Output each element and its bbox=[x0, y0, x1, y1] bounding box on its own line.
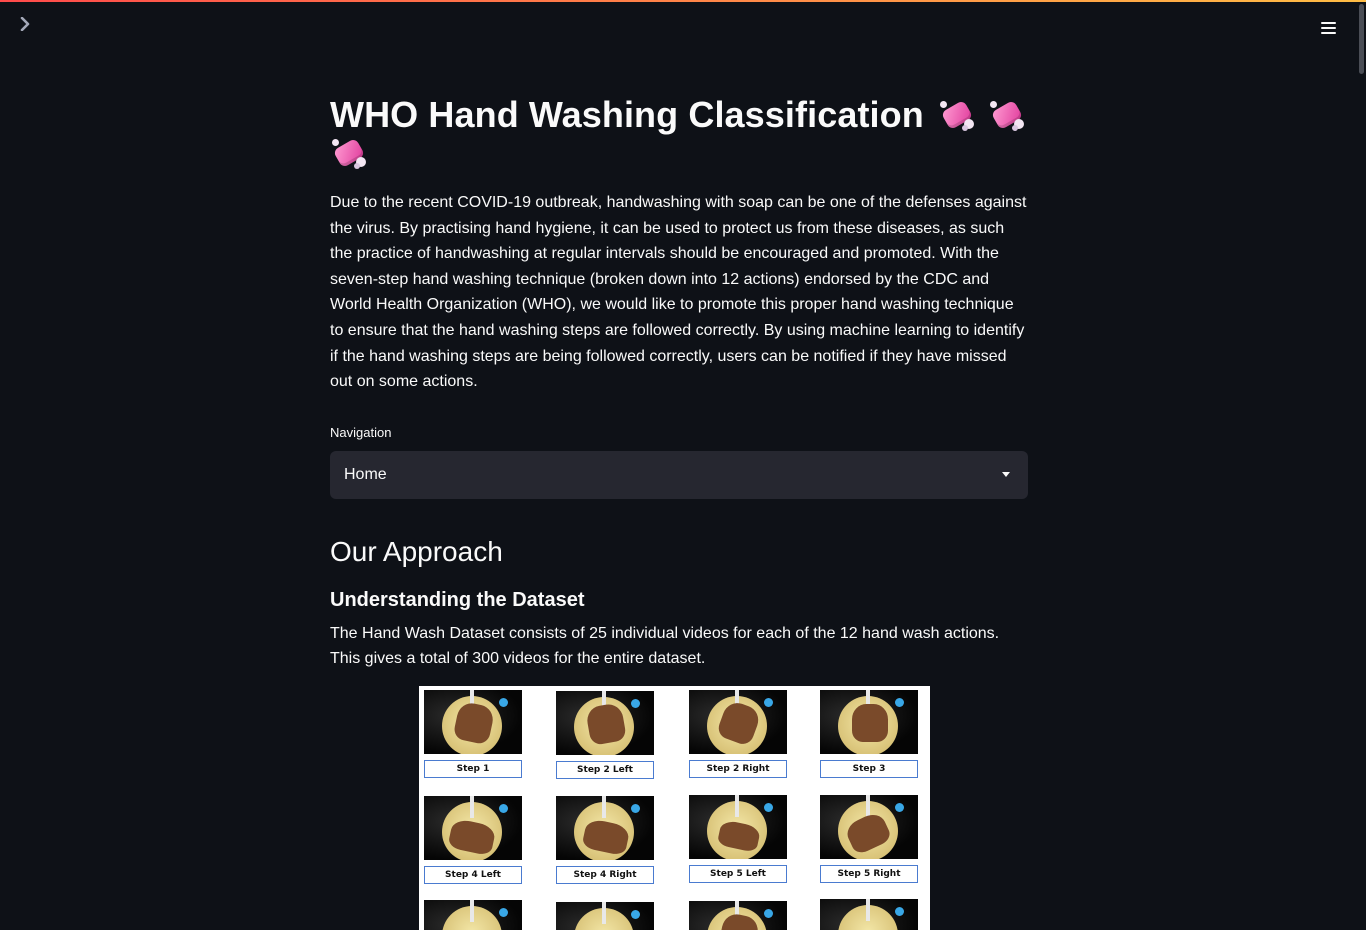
caret-down-icon bbox=[1002, 471, 1010, 477]
navigation-select[interactable]: Home bbox=[330, 450, 1028, 499]
page-scrollbar[interactable] bbox=[1358, 0, 1366, 930]
subheading-dataset: Understanding the Dataset bbox=[330, 588, 585, 611]
main-menu-button[interactable] bbox=[1316, 16, 1340, 40]
dataset-description: The Hand Wash Dataset consists of 25 ind… bbox=[330, 624, 1000, 668]
navigation-selected-value: Home bbox=[344, 465, 387, 483]
step-thumbnail: Step 2 Right bbox=[686, 690, 790, 778]
main-content: WHO Hand Washing Classification Due to t… bbox=[330, 96, 1028, 672]
step-thumbnail bbox=[686, 901, 790, 930]
chevron-right-icon bbox=[20, 16, 30, 32]
step-thumbnail bbox=[421, 900, 525, 930]
step-caption: Step 5 Right bbox=[820, 865, 918, 883]
page-title-text: WHO Hand Washing Classification bbox=[330, 94, 924, 135]
page-title: WHO Hand Washing Classification bbox=[330, 96, 1028, 172]
hamburger-menu-icon bbox=[1320, 22, 1336, 24]
step-thumbnail bbox=[553, 902, 657, 930]
step-thumbnail: Step 1 bbox=[421, 690, 525, 778]
step-thumbnail: Step 5 Left bbox=[686, 795, 790, 883]
step-thumbnail: Step 3 bbox=[817, 690, 921, 778]
intro-paragraph: Due to the recent COVID-19 outbreak, han… bbox=[330, 194, 1027, 391]
step-thumbnail: Step 5 Right bbox=[817, 795, 921, 883]
step-thumbnail bbox=[817, 899, 921, 930]
hand-wash-steps-image: Step 1 Step 2 Left Step 2 Right Step 3 S… bbox=[419, 686, 930, 930]
sidebar-toggle-button[interactable] bbox=[14, 16, 36, 38]
step-caption: Step 4 Right bbox=[556, 866, 654, 884]
step-caption: Step 5 Left bbox=[689, 865, 787, 883]
step-thumbnail: Step 4 Left bbox=[421, 796, 525, 884]
soap-icon bbox=[332, 137, 366, 169]
step-caption: Step 4 Left bbox=[424, 866, 522, 884]
section-heading-approach: Our Approach bbox=[330, 535, 503, 567]
soap-icon bbox=[990, 99, 1025, 131]
step-thumbnail: Step 4 Right bbox=[553, 796, 657, 884]
step-caption: Step 1 bbox=[424, 760, 522, 778]
step-thumbnail: Step 2 Left bbox=[553, 691, 657, 779]
soap-icon bbox=[939, 99, 974, 131]
step-caption: Step 2 Left bbox=[556, 761, 654, 779]
scrollbar-thumb[interactable] bbox=[1359, 4, 1364, 74]
step-caption: Step 3 bbox=[820, 760, 918, 778]
top-decoration-bar bbox=[0, 0, 1366, 2]
navigation-label: Navigation bbox=[330, 424, 392, 440]
step-caption: Step 2 Right bbox=[689, 760, 787, 778]
